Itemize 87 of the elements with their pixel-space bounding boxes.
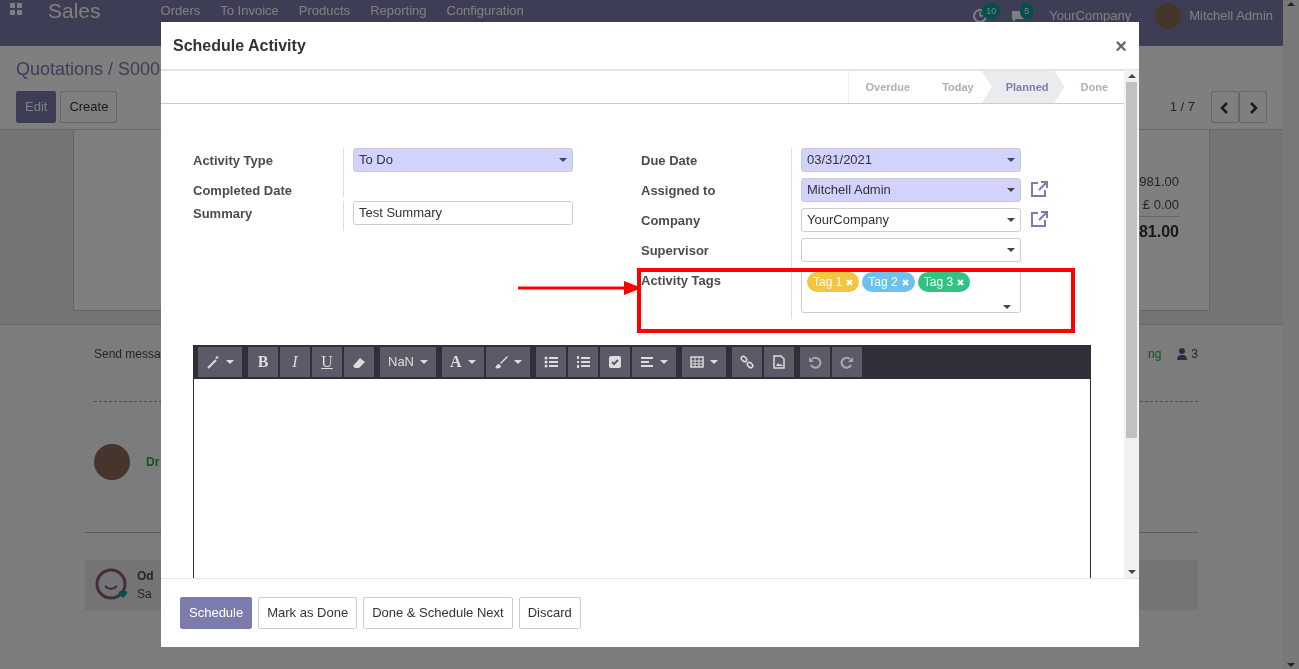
dropdown-field[interactable] (801, 238, 1021, 262)
undo-icon (807, 355, 822, 369)
field-label: Completed Date (193, 182, 293, 200)
amount-value: £ 0.00 (1142, 196, 1179, 214)
redo-icon (839, 355, 854, 369)
magic-wand-icon (206, 355, 220, 369)
activity-link[interactable]: ng (1147, 345, 1162, 363)
checkbox-icon (607, 355, 622, 369)
action-button[interactable]: Edit (16, 91, 57, 123)
next-button[interactable] (1239, 91, 1267, 123)
table-button[interactable] (681, 347, 726, 377)
dialog-button[interactable]: Discard (518, 597, 581, 629)
format-button[interactable]: I (280, 347, 310, 377)
align-button[interactable] (631, 347, 676, 377)
amount-value: 981.00 (1139, 173, 1179, 191)
dropdown-field[interactable]: 03/31/2021 (801, 148, 1021, 172)
action-button[interactable]: Create (60, 91, 118, 123)
align-left-icon (639, 355, 654, 369)
followers-button[interactable]: 3 (1177, 345, 1198, 363)
eraser-icon (352, 355, 366, 369)
external-link-icon[interactable] (1029, 209, 1049, 228)
user-name[interactable]: Mitchell Admin (1189, 8, 1273, 24)
brush-icon (493, 355, 508, 369)
dialog-button[interactable]: Schedule (180, 597, 253, 629)
menu-item[interactable]: Configuration (446, 3, 524, 19)
bullet-list-icon (543, 355, 558, 369)
close-button[interactable]: × (1115, 35, 1127, 56)
clear-format-button[interactable] (344, 347, 374, 377)
person-icon (1177, 348, 1188, 360)
apps-grid-icon[interactable] (10, 3, 22, 15)
image-button[interactable] (763, 347, 794, 377)
smiley-icon (95, 568, 129, 602)
font-size-button[interactable]: NaN (380, 347, 436, 377)
checklist-button[interactable] (599, 347, 630, 377)
input-field[interactable]: Test Summary (353, 200, 573, 225)
field-label: Due Date (641, 152, 699, 170)
message-count-badge: 5 (1020, 3, 1034, 19)
bullet-list-button[interactable] (535, 347, 566, 377)
format-button[interactable]: U (312, 347, 342, 377)
table-icon (689, 355, 704, 369)
highlight-color-button[interactable] (485, 347, 530, 377)
menu-item[interactable]: To Invoice (220, 3, 279, 19)
chevron-right-icon (1248, 101, 1258, 114)
chevron-left-icon (1220, 101, 1230, 114)
pager-text: 1 / 7 (1169, 98, 1195, 116)
notification-text: Sa (137, 586, 153, 603)
field-label: Company (641, 212, 702, 230)
field-label: Supervisor (641, 242, 710, 260)
dialog-scrollbar[interactable] (1124, 70, 1139, 578)
dropdown-field[interactable]: YourCompany (801, 208, 1021, 232)
status-stage[interactable]: Planned (981, 71, 1065, 103)
company-name[interactable]: YourCompany (1049, 8, 1132, 24)
author-avatar (94, 444, 130, 480)
dialog-title: Schedule Activity (173, 35, 306, 56)
dialog-button[interactable]: Done & Schedule Next (363, 597, 513, 629)
field-label: Activity Tags (641, 272, 722, 290)
author-name[interactable]: Dr (146, 453, 160, 471)
picture-icon (771, 355, 786, 369)
undo-button[interactable] (799, 347, 830, 377)
format-button[interactable]: B (248, 347, 278, 377)
style-button[interactable] (198, 347, 242, 377)
previous-button[interactable] (1211, 91, 1239, 123)
font-color-button[interactable]: A (442, 347, 484, 377)
tag-chip[interactable]: Tag 3 (917, 272, 971, 292)
numbered-list-icon (575, 355, 590, 369)
tag-chip[interactable]: Tag 2 (862, 272, 915, 292)
link-button[interactable] (731, 347, 762, 377)
field-label: Activity Type (193, 152, 274, 170)
user-avatar (1155, 3, 1182, 29)
app-name[interactable]: Sales (48, 3, 101, 19)
dropdown-field[interactable]: Mitchell Admin (801, 178, 1021, 202)
menu-item[interactable]: Products (298, 3, 351, 19)
dialog-button[interactable]: Mark as Done (258, 597, 358, 629)
window-scrollbar[interactable] (1283, 0, 1299, 669)
numbered-list-button[interactable] (567, 347, 598, 377)
dropdown-field[interactable]: To Do (353, 148, 573, 172)
clock-icon[interactable] (973, 9, 988, 23)
external-link-icon[interactable] (1029, 179, 1049, 198)
send-message-link[interactable]: Send messa (94, 345, 161, 363)
menu-item[interactable]: Reporting (370, 3, 427, 19)
menu-item[interactable]: Orders (160, 3, 201, 19)
redo-button[interactable] (831, 347, 862, 377)
activity-count-badge: 10 (982, 3, 1001, 19)
field-label: Assigned to (641, 182, 717, 200)
notification-title: Od (137, 568, 154, 585)
link-icon (739, 355, 754, 369)
field-label: Summary (193, 204, 254, 223)
